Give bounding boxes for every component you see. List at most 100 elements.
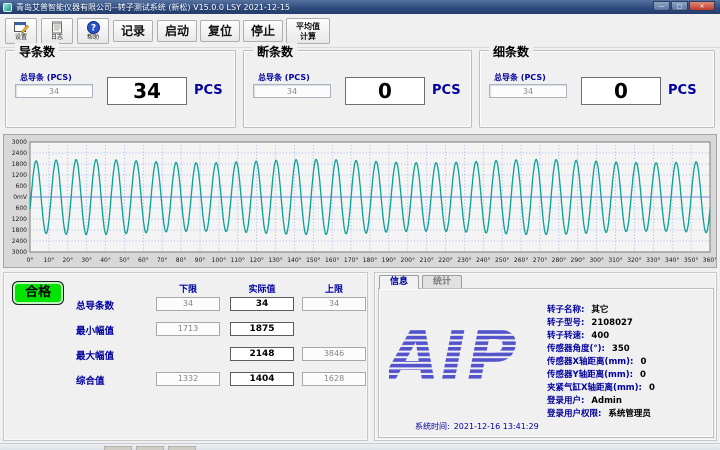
system-time: 系统时间: 2021-12-16 13:41:29 [415,421,539,432]
result-panel: 合格 下限 实际值 上限 总导条数 34 34 34 最小幅值 1713 187… [3,272,368,441]
composite-lower: 1332 [156,372,220,386]
svg-text:30°: 30° [81,257,92,264]
help-button[interactable]: ? 帮助 [77,18,109,44]
toolbar: 设置 日志 ? 帮助 记录 启动 复位 停止 平均值 计算 [0,14,720,48]
header-lower-limit: 下限 [156,282,220,295]
info-fields: 转子名称:其它转子型号:2108027转子转速:400传感器角度(°):350传… [547,297,655,414]
info-field: 传感器X轴距离(mm):0 [547,349,655,362]
thin-count-unit: PCS [668,83,697,98]
svg-text:0mV: 0mV [13,194,28,201]
groupbox-broken-count: 断条数 总导条 (PCS) 34 0 PCS [243,50,472,128]
broken-count-value: 0 [345,77,425,105]
composite-upper: 1628 [302,372,366,386]
max-amplitude-upper: 3846 [302,347,366,361]
row-label-total-bars: 总导条数 [76,298,156,312]
thin-count-value: 0 [581,77,661,105]
info-field: 登录用户权限:系统管理员 [547,401,655,414]
tab-info[interactable]: 信息 [379,275,419,289]
stop-button[interactable]: 停止 [243,20,283,42]
groupbox-title: 细条数 [489,43,533,60]
info-field-label: 登录用户权限: [547,409,601,419]
app-icon [3,3,12,12]
info-field: 传感器Y轴距离(mm):0 [547,362,655,375]
svg-text:100°: 100° [212,257,226,264]
svg-text:280°: 280° [552,257,566,264]
info-field-value: 0 [649,383,655,393]
svg-text:3000: 3000 [12,249,27,256]
reset-button[interactable]: 复位 [200,20,240,42]
svg-text:40°: 40° [100,257,111,264]
tab-statistics[interactable]: 统计 [422,275,462,289]
svg-text:130°: 130° [268,257,282,264]
total-bars-upper: 34 [302,297,366,311]
svg-text:1200: 1200 [12,172,27,179]
pass-badge: 合格 [12,281,64,305]
help-button-label: 帮助 [87,34,99,41]
svg-text:270°: 270° [533,257,547,264]
min-amplitude-lower: 1713 [156,322,220,336]
average-calc-button[interactable]: 平均值 计算 [286,18,330,44]
svg-text:1800: 1800 [12,227,27,234]
waveform-chart: 30002400180012006000mV600120018002400300… [4,135,716,267]
window-bottom-border [0,443,720,450]
info-field: 传感器角度(°):350 [547,336,655,349]
svg-text:150°: 150° [306,257,320,264]
average-calc-line2: 计算 [287,32,329,42]
svg-text:600: 600 [16,183,28,190]
total-bars-field: 34 [489,84,567,98]
svg-text:10°: 10° [44,257,55,264]
svg-text:230°: 230° [457,257,471,264]
svg-text:2400: 2400 [12,150,27,157]
start-button[interactable]: 启动 [157,20,197,42]
svg-text:190°: 190° [382,257,396,264]
header-upper-limit: 上限 [302,282,366,295]
close-button[interactable]: ✕ [689,1,715,11]
min-amplitude-actual: 1875 [230,322,294,336]
total-bars-label: 总导条 (PCS) [494,72,546,83]
log-button[interactable]: 日志 [41,18,73,44]
svg-text:330°: 330° [646,257,660,264]
svg-text:50°: 50° [119,257,130,264]
info-field: 夹紧气缸X轴距离(mm):0 [547,375,655,388]
broken-count-unit: PCS [432,83,461,98]
info-panel: 信息 统计 AIP 转子名称:其它转子型号:2108027转子转速:400传感器… [374,272,717,441]
info-field-value: 系统管理员 [608,409,651,419]
system-time-value: 2021-12-16 13:41:29 [454,422,539,431]
minimize-button[interactable]: — [653,1,670,11]
info-field: 转子型号:2108027 [547,310,655,323]
taskbar-fragment [104,446,132,450]
taskbar-fragment [168,446,196,450]
maximize-button[interactable]: □ [671,1,688,11]
svg-text:180°: 180° [363,257,377,264]
svg-text:240°: 240° [476,257,490,264]
record-button[interactable]: 记录 [113,20,153,42]
svg-text:?: ? [90,24,95,34]
svg-text:1800: 1800 [12,161,27,168]
total-bars-actual: 34 [230,297,294,311]
total-bars-label: 总导条 (PCS) [20,72,72,83]
window-title: 青岛艾普智能仪器有限公司--转子测试系统 (新松) V15.0.0 LSY 20… [16,2,290,13]
svg-text:360°: 360° [703,257,716,264]
header-actual-value: 实际值 [230,282,294,295]
svg-text:160°: 160° [325,257,339,264]
svg-text:120°: 120° [249,257,263,264]
svg-text:20°: 20° [62,257,73,264]
aip-logo-text: AIP [389,319,518,389]
svg-text:600: 600 [16,205,28,212]
groupbox-bar-count: 导条数 总导条 (PCS) 34 34 PCS [5,50,236,128]
row-label-min-amplitude: 最小幅值 [76,323,156,337]
total-bars-field: 34 [15,84,93,98]
info-field: 转子名称:其它 [547,297,655,310]
total-bars-lower: 34 [156,297,220,311]
svg-text:80°: 80° [176,257,187,264]
max-amplitude-actual: 2148 [230,347,294,361]
system-time-label: 系统时间: [415,422,450,431]
composite-actual: 1404 [230,372,294,386]
settings-button-label: 设置 [15,34,27,41]
svg-text:320°: 320° [627,257,641,264]
help-icon: ? [87,21,100,34]
titlebar: 青岛艾普智能仪器有限公司--转子测试系统 (新松) V15.0.0 LSY 20… [0,0,720,14]
settings-button[interactable]: 设置 [5,18,37,44]
svg-text:3000: 3000 [12,139,27,146]
svg-text:300°: 300° [589,257,603,264]
